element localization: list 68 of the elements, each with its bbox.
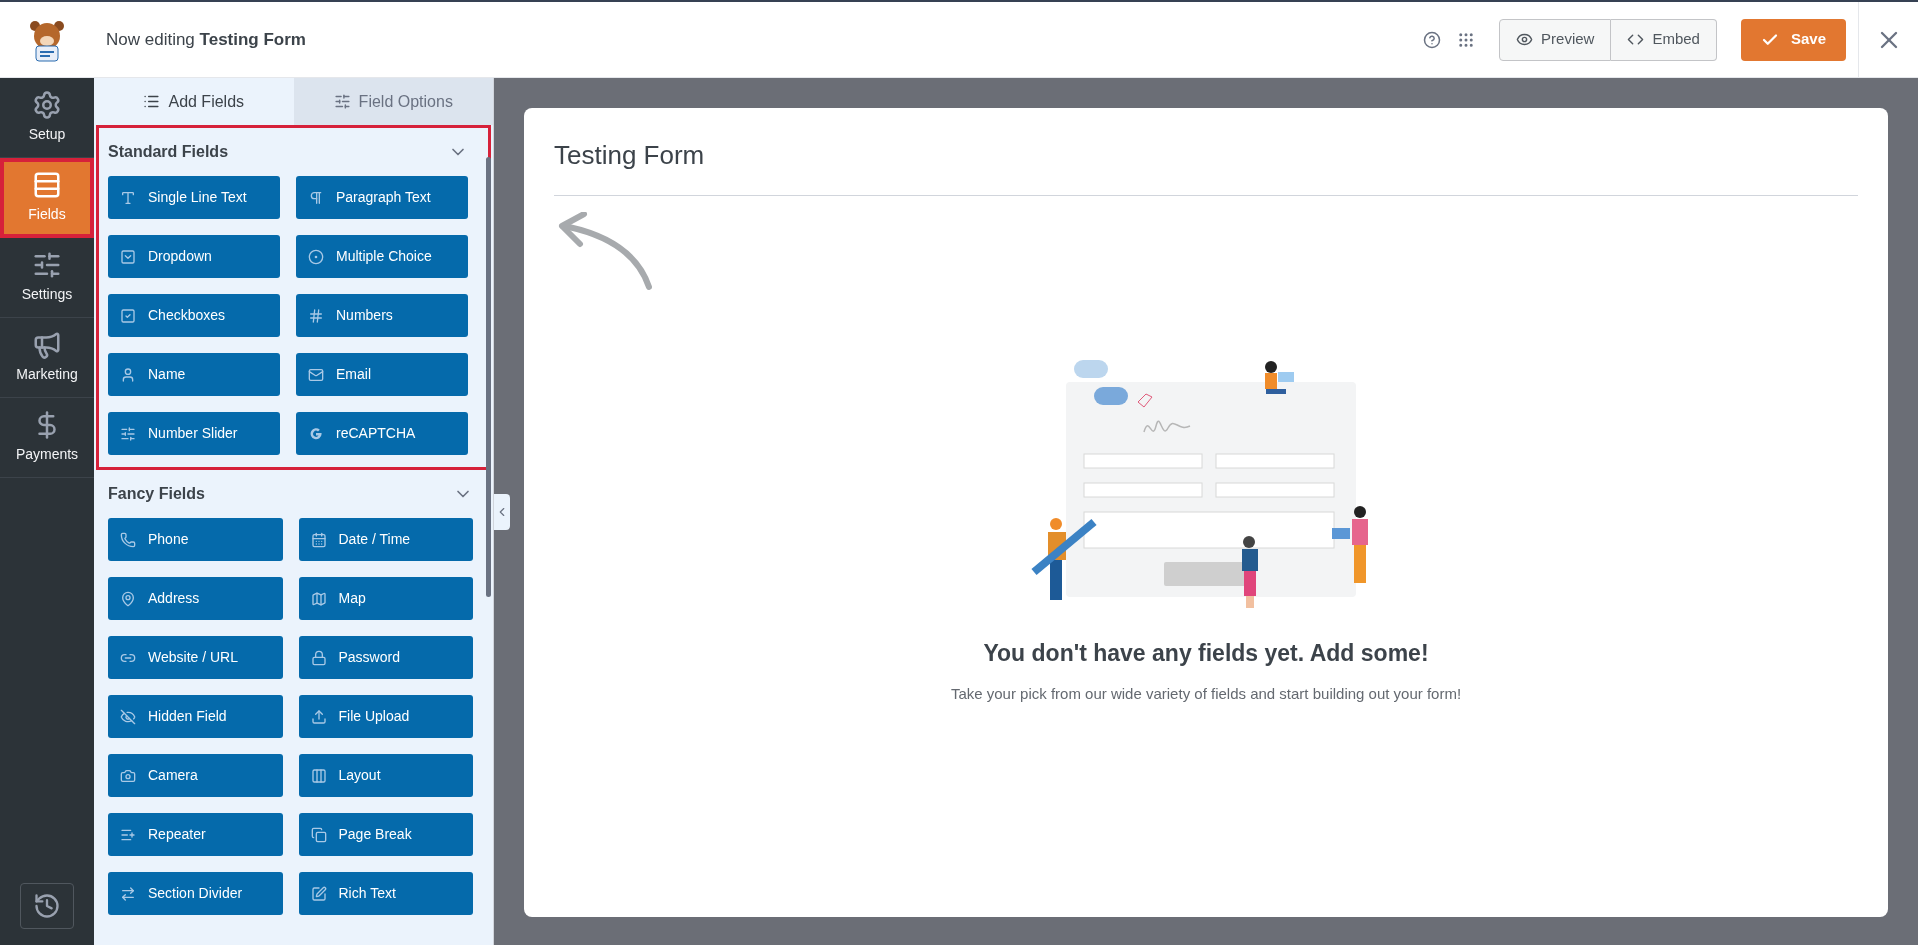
editing-title: Now editing Testing Form bbox=[106, 28, 306, 51]
field-button[interactable]: Name bbox=[108, 353, 280, 396]
field-button[interactable]: Hidden Field bbox=[108, 695, 283, 738]
field-button[interactable]: Date / Time bbox=[298, 518, 473, 561]
grid-icon[interactable] bbox=[1457, 30, 1476, 49]
field-button[interactable]: Website / URL bbox=[108, 636, 283, 679]
list-icon bbox=[32, 170, 62, 200]
form-title: Testing Form bbox=[554, 136, 1858, 196]
field-button[interactable]: Password bbox=[298, 636, 473, 679]
map-pin-icon bbox=[120, 590, 136, 607]
field-button[interactable]: Multiple Choice bbox=[296, 235, 468, 278]
field-button[interactable]: File Upload bbox=[298, 695, 473, 738]
field-button[interactable]: Phone bbox=[108, 518, 283, 561]
megaphone-icon bbox=[32, 330, 62, 360]
field-button[interactable]: Map bbox=[298, 577, 473, 620]
preview-button[interactable]: Preview bbox=[1499, 18, 1612, 61]
field-button[interactable]: reCAPTCHA bbox=[296, 412, 468, 455]
user-icon bbox=[120, 366, 136, 383]
field-button[interactable]: Email bbox=[296, 353, 468, 396]
field-button[interactable]: Number Slider bbox=[108, 412, 280, 455]
history-button[interactable] bbox=[20, 883, 74, 929]
empty-state-title: You don't have any fields yet. Add some! bbox=[983, 639, 1429, 668]
gear-icon bbox=[32, 90, 62, 120]
field-button[interactable]: Single Line Text bbox=[108, 176, 280, 219]
field-button[interactable]: Layout bbox=[298, 754, 473, 797]
panel-tab[interactable]: Field Options bbox=[293, 78, 493, 125]
upload-icon bbox=[310, 708, 327, 725]
phone-icon bbox=[120, 531, 136, 548]
save-button[interactable]: Save bbox=[1740, 18, 1846, 61]
field-button[interactable]: Repeater bbox=[108, 813, 283, 856]
copy-icon bbox=[310, 826, 327, 843]
nav-item[interactable]: Fields bbox=[0, 158, 94, 238]
arrows-icon bbox=[120, 885, 136, 902]
checkbox-icon bbox=[120, 307, 136, 324]
field-button[interactable]: Address bbox=[108, 577, 283, 620]
calendar-icon bbox=[310, 531, 327, 548]
field-button[interactable]: Numbers bbox=[296, 294, 468, 337]
radio-icon bbox=[308, 248, 324, 265]
g-letter-icon bbox=[308, 425, 324, 442]
section-title: Standard Fields bbox=[108, 142, 229, 162]
field-button[interactable]: Camera bbox=[108, 754, 283, 797]
paragraph-icon bbox=[308, 189, 324, 206]
help-icon[interactable] bbox=[1423, 30, 1442, 49]
history-icon bbox=[33, 892, 61, 920]
empty-state-text: Take your pick from our wide variety of fields and start building out your form! bbox=[950, 683, 1462, 704]
text-icon bbox=[120, 189, 136, 206]
columns-icon bbox=[310, 767, 327, 784]
mail-icon bbox=[308, 366, 324, 383]
field-button[interactable]: Paragraph Text bbox=[296, 176, 468, 219]
field-button[interactable]: Section Divider bbox=[108, 872, 283, 915]
section-title: Fancy Fields bbox=[108, 484, 205, 504]
edit-icon bbox=[310, 885, 327, 902]
lock-icon bbox=[310, 649, 327, 666]
field-button[interactable]: Checkboxes bbox=[108, 294, 280, 337]
sliders-icon bbox=[333, 93, 351, 110]
camera-icon bbox=[120, 767, 136, 784]
field-button[interactable]: Page Break bbox=[298, 813, 473, 856]
hash-icon bbox=[308, 307, 324, 324]
map-icon bbox=[310, 590, 327, 607]
field-button[interactable]: Dropdown bbox=[108, 235, 280, 278]
field-button[interactable]: Rich Text bbox=[298, 872, 473, 915]
embed-button[interactable]: Embed bbox=[1611, 18, 1717, 61]
eye-icon bbox=[1516, 31, 1534, 48]
dropdown-icon bbox=[120, 248, 136, 265]
sliders-icon bbox=[120, 425, 136, 442]
eye-off-icon bbox=[120, 708, 136, 725]
list-icon bbox=[143, 93, 161, 110]
sliders-icon bbox=[32, 250, 62, 280]
